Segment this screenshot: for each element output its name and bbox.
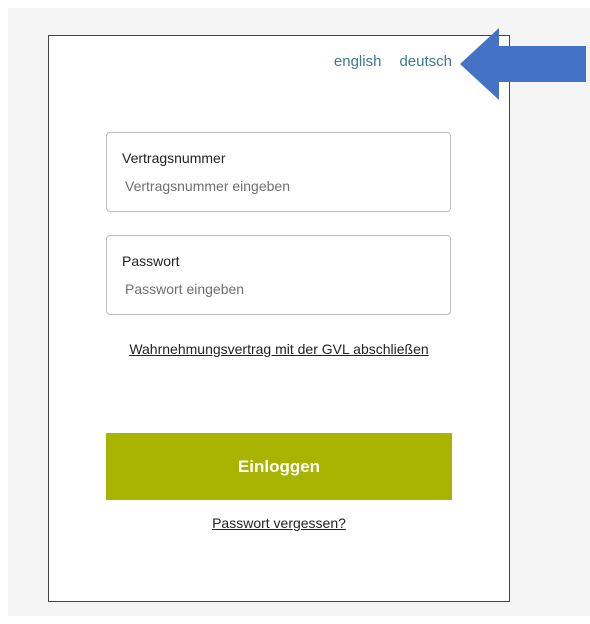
left-arrow-icon (460, 28, 586, 100)
page: english deutsch Vertragsnummer Passwort … (0, 0, 590, 624)
contract-number-field[interactable]: Vertragsnummer (106, 132, 451, 212)
contract-number-input[interactable] (121, 175, 425, 197)
forgot-password-link[interactable]: Passwort vergessen? (0, 515, 558, 531)
gvl-contract-link[interactable]: Wahrnehmungsvertrag mit der GVL abschlie… (0, 341, 558, 357)
contract-number-label: Vertragsnummer (122, 150, 226, 166)
language-switch: english deutsch (334, 53, 452, 70)
password-field[interactable]: Passwort (106, 235, 451, 315)
password-input[interactable] (121, 278, 425, 300)
password-label: Passwort (122, 253, 180, 269)
language-english-link[interactable]: english (334, 53, 382, 70)
login-button[interactable]: Einloggen (106, 433, 452, 500)
language-deutsch-link[interactable]: deutsch (399, 53, 452, 70)
